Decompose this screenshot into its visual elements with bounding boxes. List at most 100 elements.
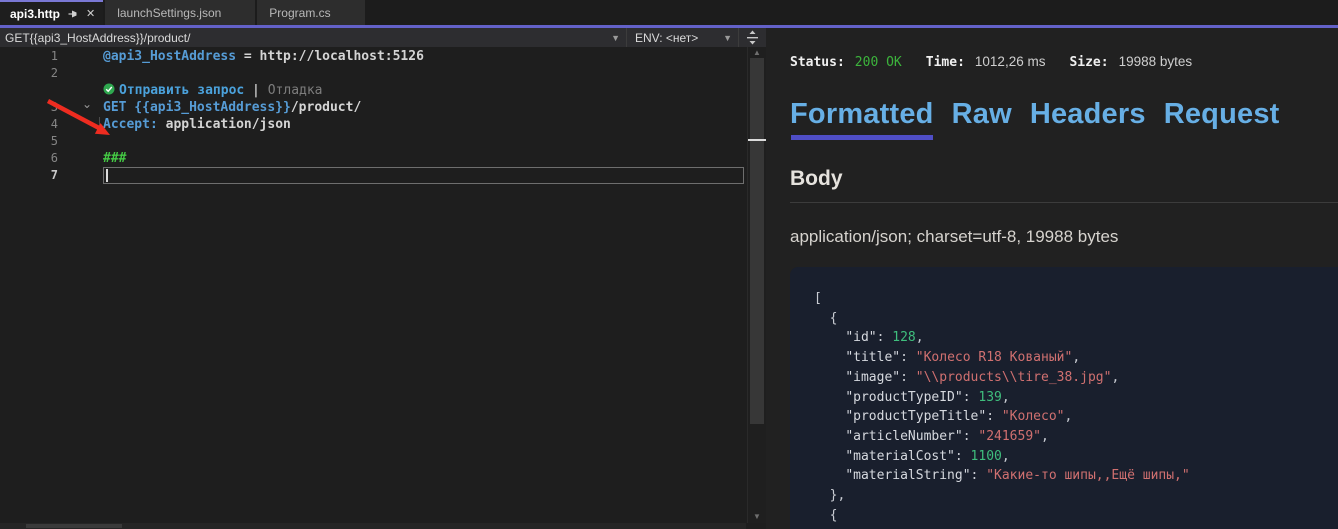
json-punctuation: , [1111, 370, 1119, 385]
code-token: = http://localhost:5126 [236, 49, 424, 64]
json-indent [814, 449, 845, 464]
fold-margin [58, 167, 103, 184]
chevron-down-icon: ▼ [723, 33, 732, 43]
json-indent [814, 468, 845, 483]
json-punctuation: , [1041, 429, 1049, 444]
json-punctuation: , [916, 330, 924, 345]
cursor-position-marker [748, 139, 766, 141]
fold-margin [58, 116, 103, 133]
code-line: 5 [0, 133, 744, 150]
chevron-down-icon: ▼ [611, 33, 620, 43]
json-line: "image": "\\products\\tire_38.jpg", [814, 368, 1338, 388]
json-lines: [ { "id": 128, "title": "Колесо R18 Кова… [814, 289, 1338, 525]
json-punctuation: : [963, 429, 979, 444]
tab-api3-http[interactable]: api3.http ✕ [0, 0, 103, 25]
fold-margin: ⌄ [58, 99, 103, 116]
request-selector-dropdown[interactable]: GET{{api3_HostAddress}}/product/ ▼ [0, 28, 627, 47]
environment-selector-dropdown[interactable]: ENV: <нет> ▼ [627, 28, 739, 47]
json-punctuation: , [1072, 350, 1080, 365]
json-punctuation: { [814, 311, 837, 326]
fold-margin [58, 65, 103, 82]
fold-margin [58, 82, 103, 99]
json-number-value: 139 [978, 390, 1001, 405]
response-view-tabs: Formatted Raw Headers Request [790, 98, 1280, 131]
request-selector-value: GET{{api3_HostAddress}}/product/ [5, 31, 605, 45]
code-text: GET {{api3_HostAddress}}/product/ [103, 99, 744, 116]
split-editor-button[interactable] [739, 28, 766, 47]
json-indent [814, 330, 845, 345]
code-token: /product/ [291, 100, 361, 115]
code-token: GET {{api3_HostAddress}} [103, 100, 291, 115]
line-number [0, 82, 58, 99]
status-label: Status: [790, 55, 845, 70]
vertical-scrollbar[interactable]: ▲ ▼ [747, 47, 766, 523]
json-number-value: 128 [892, 330, 915, 345]
json-line: "materialString": "Какие-то шипы,,Ещё ши… [814, 466, 1338, 486]
json-punctuation: , [1064, 409, 1072, 424]
json-key: "materialString" [845, 468, 970, 483]
tab-program-cs[interactable]: Program.cs [257, 0, 364, 25]
code-text [103, 65, 744, 82]
json-indent [814, 370, 845, 385]
json-key: "image" [845, 370, 900, 385]
time-value: 1012,26 ms [975, 54, 1046, 69]
text-cursor [106, 169, 108, 182]
code-text: Отправить запрос | Отладка [103, 82, 744, 99]
tab-launchsettings-json[interactable]: launchSettings.json [105, 0, 255, 25]
tab-formatted[interactable]: Formatted [790, 98, 934, 131]
line-number: 3 [0, 99, 58, 116]
send-request-link[interactable]: Отправить запрос [119, 83, 244, 98]
json-punctuation: , [1002, 449, 1010, 464]
fold-margin [58, 133, 103, 150]
scroll-down-button[interactable]: ▼ [748, 512, 766, 522]
line-number: 2 [0, 65, 58, 82]
section-divider [790, 202, 1338, 203]
json-line: }, [814, 486, 1338, 506]
json-punctuation: : [900, 350, 916, 365]
fold-chevron-icon[interactable]: ⌄ [82, 96, 92, 113]
code-text [103, 167, 744, 184]
json-line: "productTypeID": 139, [814, 388, 1338, 408]
fold-margin [58, 150, 103, 167]
json-line: [ [814, 289, 1338, 309]
response-status-row: Status: 200 OK Time: 1012,26 ms Size: 19… [790, 54, 1216, 70]
json-line: { [814, 506, 1338, 526]
size-value: 19988 bytes [1119, 54, 1193, 69]
json-line: "title": "Колесо R18 Кованый", [814, 348, 1338, 368]
tab-headers[interactable]: Headers [1030, 98, 1146, 131]
line-number: 4 [0, 116, 58, 133]
code-line: 7 [0, 167, 744, 184]
code-line: 4 Accept: application/json [0, 116, 744, 133]
horizontal-scrollbar[interactable] [0, 523, 746, 529]
json-string-value: "Колесо" [1002, 409, 1065, 424]
debug-link[interactable]: Отладка [268, 83, 323, 98]
http-response-panel: Status: 200 OK Time: 1012,26 ms Size: 19… [766, 28, 1338, 529]
scroll-up-button[interactable]: ▲ [748, 48, 766, 58]
tab-label: api3.http [10, 7, 60, 21]
code-line: 2 [0, 65, 744, 82]
line-number: 1 [0, 48, 58, 65]
code-line: 1@api3_HostAddress = http://localhost:51… [0, 48, 744, 65]
code-token: ### [103, 151, 126, 166]
json-punctuation: : [963, 390, 979, 405]
document-tab-strip: api3.http ✕ launchSettings.json Program.… [0, 0, 1338, 25]
json-key: "articleNumber" [845, 429, 962, 444]
content-type-info: application/json; charset=utf-8, 19988 b… [790, 227, 1118, 247]
check-circle-icon [103, 83, 115, 100]
json-string-value: "Колесо R18 Кованый" [916, 350, 1073, 365]
tab-request[interactable]: Request [1164, 98, 1280, 131]
scrollbar-thumb[interactable] [26, 524, 122, 528]
json-punctuation: : [900, 370, 916, 385]
close-icon[interactable]: ✕ [86, 7, 95, 20]
line-number: 6 [0, 150, 58, 167]
json-key: "title" [845, 350, 900, 365]
json-line: "articleNumber": "241659", [814, 427, 1338, 447]
json-line: { [814, 309, 1338, 329]
code-text [103, 133, 744, 150]
pin-icon[interactable] [67, 8, 79, 20]
tab-raw[interactable]: Raw [952, 98, 1012, 131]
code-text: Accept: application/json [103, 116, 744, 133]
scrollbar-thumb[interactable] [750, 58, 764, 424]
time-label: Time: [926, 55, 965, 70]
http-file-editor[interactable]: 1@api3_HostAddress = http://localhost:51… [0, 47, 766, 529]
